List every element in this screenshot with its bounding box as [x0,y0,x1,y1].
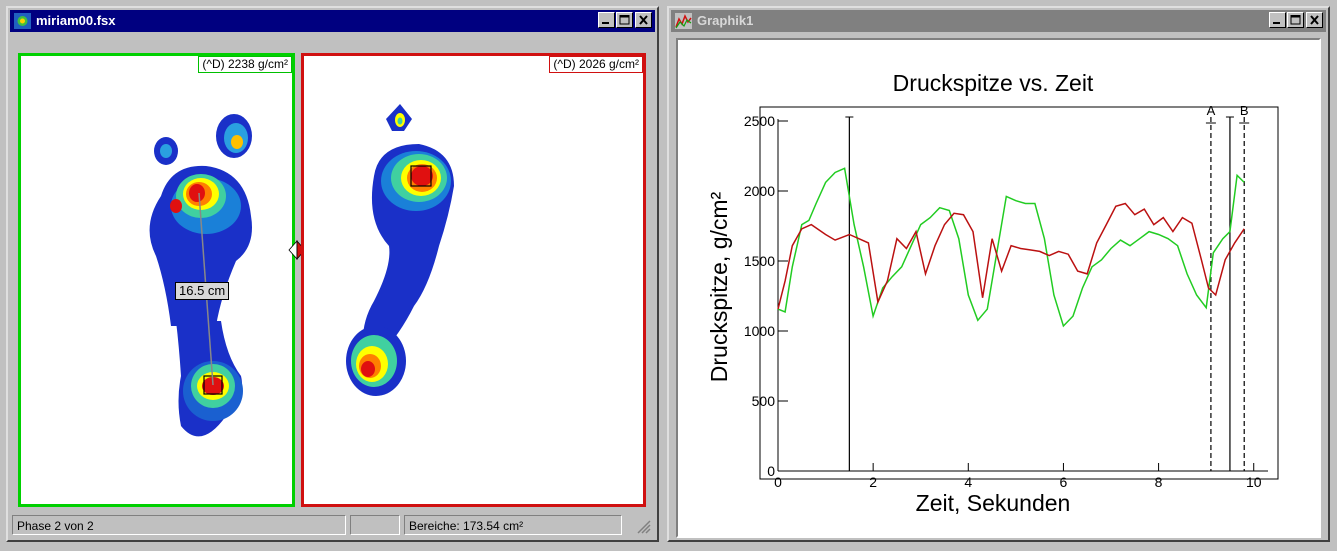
x-tick-label: 4 [964,474,972,490]
title-bar[interactable]: miriam00.fsx [10,10,655,32]
status-phase: Phase 2 von 2 [12,515,346,535]
app-icon [14,13,31,29]
minimize-button[interactable] [1269,12,1286,28]
maximize-icon [1290,15,1301,25]
minimize-button[interactable] [598,12,615,28]
time-marker-label: B [1240,103,1249,118]
maximize-button[interactable] [1287,12,1304,28]
y-tick-label: 2500 [744,113,775,129]
y-tick-label: 1500 [744,253,775,269]
plot-frame [759,106,1279,480]
maximize-icon [619,15,630,25]
close-button[interactable] [635,12,652,28]
close-icon [639,15,648,25]
left-foot-pane[interactable]: (^D) 2238 g/cm² 16.5 cm [18,53,295,507]
left-foot-pressure-map [149,114,252,437]
title-bar[interactable]: Graphik1 [671,10,1326,32]
y-tick-label: 2000 [744,183,775,199]
distance-label: 16.5 cm [175,282,230,300]
status-empty [350,515,400,535]
foot-pressure-window: miriam00.fsx (^D) 2238 g/cm² 16.5 cm (^D… [6,6,659,542]
minimize-icon [1273,22,1280,24]
close-button[interactable] [1306,12,1323,28]
chart-app-icon [675,13,692,29]
window-title: Graphik1 [697,13,754,28]
x-tick-label: 0 [774,474,782,490]
right-foot-pane[interactable]: (^D) 2026 g/cm² [301,53,646,507]
time-marker-label: A [1207,103,1216,118]
y-tick-label: 1000 [744,323,775,339]
x-tick-label: 8 [1155,474,1163,490]
window-title: miriam00.fsx [36,13,116,28]
y-tick-label: 500 [752,393,776,409]
maximize-button[interactable] [616,12,633,28]
pressure-time-chart: Druckspitze vs. Zeit Zeit, Sekunden Druc… [706,70,1279,516]
y-axis-label: Druckspitze, g/cm² [706,191,732,382]
status-bar: Phase 2 von 2 Bereiche: 173.54 cm² [12,514,653,536]
right-foot-pressure-map [346,104,454,396]
resize-grip-icon[interactable] [635,518,651,534]
chart-area: Druckspitze vs. Zeit Zeit, Sekunden Druc… [676,38,1321,538]
x-tick-label: 10 [1246,474,1262,490]
x-axis-label: Zeit, Sekunden [916,490,1071,516]
minimize-icon [602,22,609,24]
status-area: Bereiche: 173.54 cm² [404,515,622,535]
x-tick-label: 6 [1060,474,1068,490]
x-tick-label: 2 [869,474,877,490]
graph-window: Graphik1 Druckspitze vs. Zeit Zeit, Seku… [667,6,1330,542]
close-icon [1310,15,1319,25]
chart-title: Druckspitze vs. Zeit [893,70,1094,96]
